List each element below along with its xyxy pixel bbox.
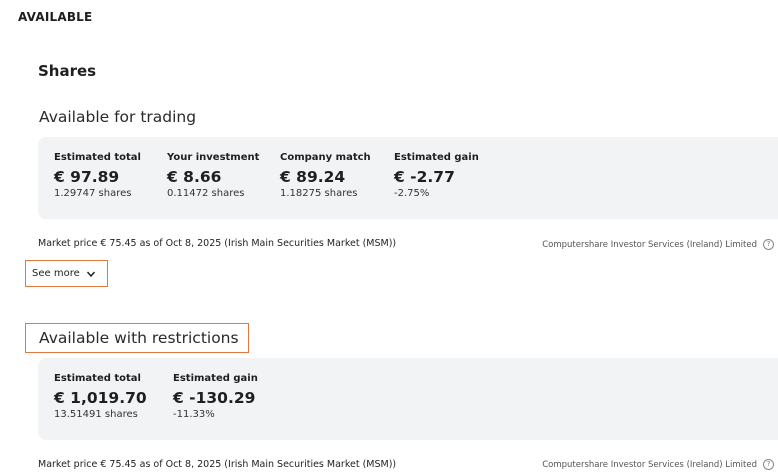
- provider-name: Computershare Investor Services (Ireland…: [542, 240, 757, 250]
- restricted-provider: Computershare Investor Services (Ireland…: [542, 459, 774, 470]
- restricted-market-price: Market price € 75.45 as of Oct 8, 2025 (…: [38, 459, 397, 470]
- metric-sub: 1.29747 shares: [54, 188, 132, 199]
- metric-label: Estimated total: [54, 152, 141, 163]
- trading-metric-estimated-gain: Estimated gain € -2.77 -2.75%: [394, 152, 479, 199]
- restricted-title: Available with restrictions: [39, 329, 239, 347]
- chevron-down-icon: [86, 271, 95, 277]
- trading-provider: Computershare Investor Services (Ireland…: [542, 239, 774, 250]
- question-circle-icon[interactable]: ?: [763, 459, 774, 470]
- metric-sub: -2.75%: [394, 188, 430, 199]
- metric-label: Estimated gain: [394, 152, 479, 163]
- metric-value: € -2.77: [394, 168, 455, 186]
- see-more-label: See more: [32, 268, 80, 279]
- trading-metric-your-investment: Your investment € 8.66 0.11472 shares: [167, 152, 259, 199]
- restricted-metric-estimated-gain: Estimated gain € -130.29 -11.33%: [173, 373, 258, 420]
- metric-value: € -130.29: [173, 389, 256, 407]
- metric-label: Your investment: [167, 152, 260, 163]
- metric-label: Estimated total: [54, 373, 141, 384]
- trading-metric-estimated-total: Estimated total € 97.89 1.29747 shares: [54, 152, 141, 199]
- trading-metric-company-match: Company match € 89.24 1.18275 shares: [280, 152, 371, 199]
- metric-sub: -11.33%: [173, 409, 215, 420]
- metric-sub: 0.11472 shares: [167, 188, 245, 199]
- section-heading: AVAILABLE: [18, 10, 93, 24]
- see-more-button[interactable]: See more: [25, 260, 108, 287]
- metric-sub: 1.18275 shares: [280, 188, 358, 199]
- trading-card: Estimated total € 97.89 1.29747 shares Y…: [38, 137, 778, 219]
- trading-market-price: Market price € 75.45 as of Oct 8, 2025 (…: [38, 238, 397, 249]
- trading-title: Available for trading: [39, 108, 197, 126]
- metric-value: € 1,019.70: [54, 389, 147, 407]
- question-circle-icon[interactable]: ?: [763, 239, 774, 250]
- metric-value: € 97.89: [54, 168, 120, 186]
- metric-value: € 8.66: [167, 168, 222, 186]
- metric-label: Estimated gain: [173, 373, 258, 384]
- metric-sub: 13.51491 shares: [54, 409, 138, 420]
- metric-label: Company match: [280, 152, 371, 163]
- provider-name: Computershare Investor Services (Ireland…: [542, 460, 757, 470]
- metric-value: € 89.24: [280, 168, 346, 186]
- group-title: Shares: [38, 62, 97, 80]
- restricted-card: Estimated total € 1,019.70 13.51491 shar…: [38, 358, 778, 440]
- restricted-metric-estimated-total: Estimated total € 1,019.70 13.51491 shar…: [54, 373, 147, 420]
